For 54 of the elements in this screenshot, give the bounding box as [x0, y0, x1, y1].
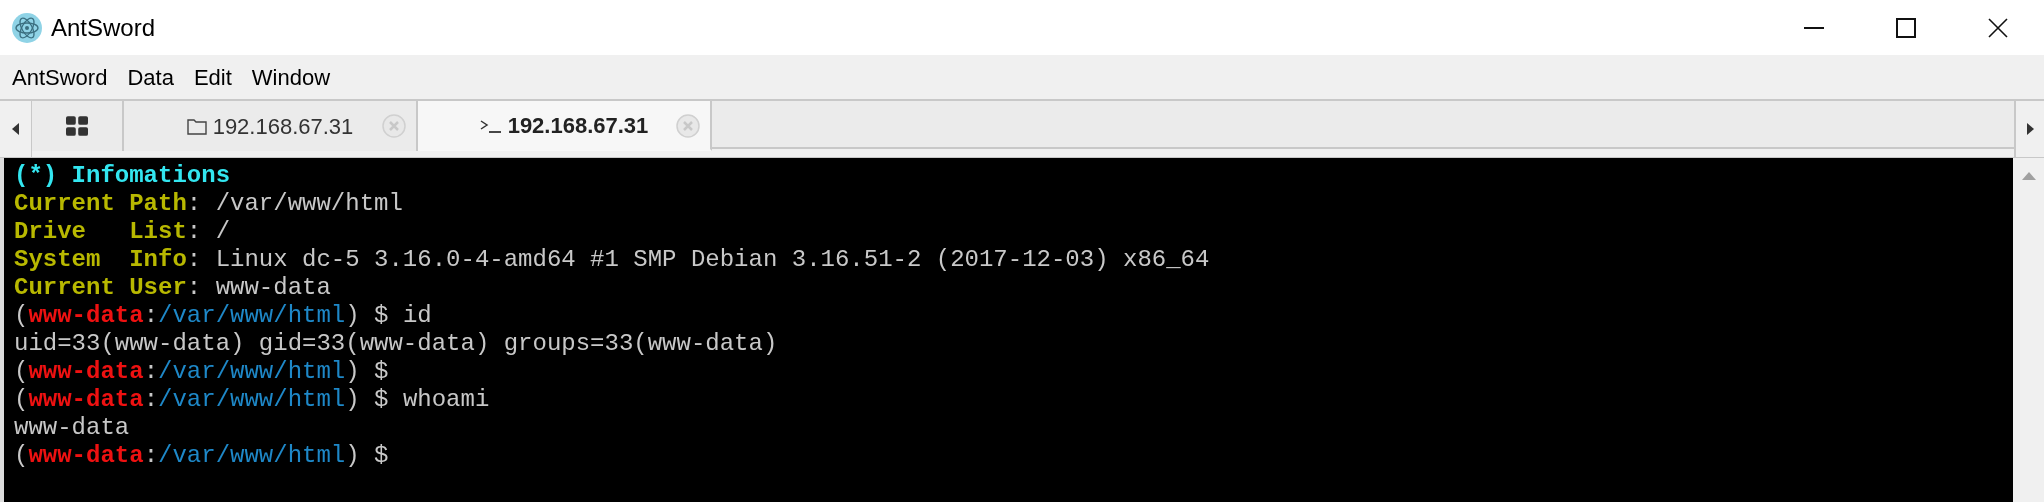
- scrollbar[interactable]: [2013, 158, 2044, 502]
- left-arrow-icon: [12, 123, 19, 135]
- tab-label: 192.168.67.31: [212, 112, 354, 141]
- right-arrow-icon: [2026, 123, 2034, 135]
- terminal-text: www-data: [14, 414, 130, 441]
- tab[interactable]: [32, 101, 124, 151]
- menu-item[interactable]: AntSword: [2, 55, 118, 99]
- terminal-text: :: [143, 302, 159, 329]
- scroll-up-icon[interactable]: [2021, 172, 2036, 180]
- terminal-text: ) $ whoami: [345, 386, 490, 413]
- terminal-text: /var/www/html: [158, 386, 346, 413]
- terminal-text: : Linux dc-5 3.16.0-4-amd64 #1 SMP Debian 3.16.51-2 (2017-12-03) x86_64: [186, 246, 1210, 273]
- terminal-text: Current User: [14, 274, 187, 301]
- close-icon: [1988, 17, 2008, 38]
- terminal-text: (: [14, 442, 29, 469]
- menu-item[interactable]: Edit: [183, 55, 242, 99]
- terminal-text: (*) Infomations: [14, 162, 231, 189]
- close-tab-icon[interactable]: [382, 114, 406, 138]
- terminal-text: (: [14, 386, 29, 413]
- terminal-text: /var/www/html: [158, 358, 346, 385]
- terminal-text: www-data: [28, 442, 144, 469]
- app-logo-icon: [11, 11, 43, 44]
- tab[interactable]: 192.168.67.31: [124, 101, 418, 151]
- terminal-text: ) $: [345, 358, 389, 385]
- terminal-text: (: [14, 358, 29, 385]
- terminal-text: Current Path: [14, 190, 187, 217]
- tab[interactable]: 192.168.67.31: [418, 101, 712, 151]
- close-tab-icon[interactable]: [676, 114, 700, 138]
- grid-icon: [66, 116, 88, 136]
- terminal-text: :: [143, 358, 159, 385]
- terminal-text: /var/www/html: [158, 302, 346, 329]
- terminal-icon: [479, 117, 502, 133]
- terminal-text: (: [14, 302, 29, 329]
- tab-label: 192.168.67.31: [507, 111, 649, 140]
- terminal-text: Drive List: [14, 218, 187, 245]
- terminal-text: www-data: [28, 302, 144, 329]
- terminal-text: : www-data: [186, 274, 331, 301]
- maximize-icon: [1896, 17, 1916, 38]
- terminal-text: /var/www/html: [158, 442, 346, 469]
- terminal-text: uid=33(www-data) gid=33(www-data) groups=33(www-data): [14, 330, 778, 357]
- terminal-text: : /: [186, 218, 231, 245]
- terminal-text: ) $ id: [345, 302, 432, 329]
- menu-item[interactable]: Window: [241, 55, 341, 99]
- folder-icon: [186, 117, 207, 135]
- terminal-text: :: [143, 386, 159, 413]
- terminal-text: :: [143, 442, 159, 469]
- minimize-icon: [1804, 26, 1824, 29]
- terminal-text: ) $: [345, 442, 389, 469]
- menu-item[interactable]: Data: [117, 55, 184, 99]
- window-title: AntSword: [51, 12, 156, 43]
- terminal-text: System Info: [14, 246, 187, 273]
- terminal-text: : /var/www/html: [186, 190, 403, 217]
- terminal-text: www-data: [28, 358, 144, 385]
- terminal-text: www-data: [28, 386, 144, 413]
